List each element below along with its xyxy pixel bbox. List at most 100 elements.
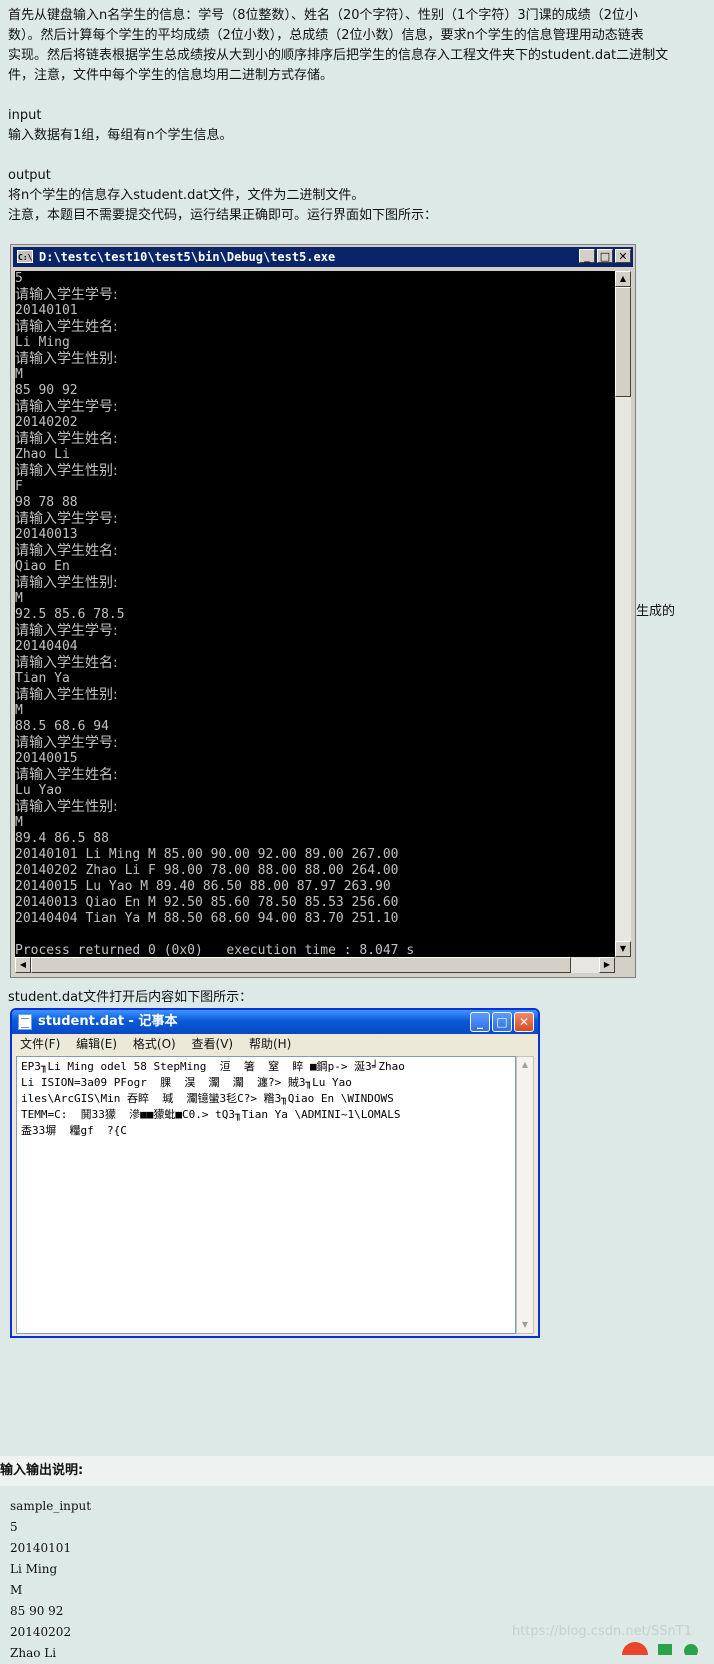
output-line: 注意，本题目不需要提交代码，运行结果正确即可。运行界面如下图所示： (8, 208, 438, 223)
sample-line: 20140101 (10, 1541, 72, 1555)
console-line: 20140202 Zhao Li F 98.00 78.00 88.00 88.… (15, 863, 399, 878)
console-line: 请输入学生姓名: (15, 767, 118, 783)
notepad-menubar: 文件(F) 编辑(E) 格式(O) 查看(V) 帮助(H) (12, 1034, 538, 1054)
maximize-icon[interactable]: □ (492, 1012, 512, 1032)
sample-line: 5 (10, 1520, 18, 1534)
console-line: 89.4 86.5 88 (15, 831, 109, 846)
console-line: 请输入学生姓名: (15, 431, 118, 447)
scroll-down-icon[interactable]: ▼ (615, 941, 631, 957)
scroll-down-icon[interactable]: ▼ (517, 1317, 533, 1333)
scroll-thumb[interactable] (615, 287, 631, 397)
console-line: 请输入学生性别: (15, 575, 118, 591)
console-line: 20140015 Lu Yao M 89.40 86.50 88.00 87.9… (15, 879, 391, 894)
console-line: 请输入学生学号: (15, 287, 118, 303)
console-line: Process returned 0 (0x0) execution time … (15, 943, 415, 957)
resize-grip-icon[interactable] (615, 957, 631, 973)
console-line: 请输入学生学号: (15, 623, 118, 639)
minimize-icon[interactable]: _ (470, 1012, 490, 1032)
watermark: https://blog.csdn.net/SSnT1 (512, 1624, 693, 1639)
notepad-window-controls: _ □ ✕ (468, 1012, 534, 1036)
console-line: 请输入学生性别: (15, 463, 118, 479)
console-line: 请输入学生性别: (15, 687, 118, 703)
console-line: Li Ming (15, 335, 70, 350)
console-line: 98 78 88 (15, 495, 78, 510)
sample-line: 85 90 92 (10, 1604, 64, 1618)
intro-line: 数）。然后计算每个学生的平均成绩（2位小数），总成绩（2位小数）信息，要求n个学… (8, 28, 644, 43)
console-line: 20140013 Qiao En M 92.50 85.60 78.50 85.… (15, 895, 399, 910)
console-line: 88.5 68.6 94 (15, 719, 109, 734)
console-line: 请输入学生姓名: (15, 543, 118, 559)
console-line: F (15, 479, 23, 494)
console-line: 92.5 85.6 78.5 (15, 607, 125, 622)
console-window-controls: _ □ ✕ (577, 249, 631, 269)
notepad-title-bar[interactable]: student.dat - 记事本 _ □ ✕ (12, 1010, 538, 1034)
side-note: 生成的 (636, 604, 676, 619)
console-line: 请输入学生性别: (15, 799, 118, 815)
notepad-window[interactable]: student.dat - 记事本 _ □ ✕ 文件(F) 编辑(E) 格式(O) … (10, 1008, 540, 1338)
console-title-bar[interactable]: C:\ D:\testc\test10\test5\bin\Debug\test… (13, 247, 633, 267)
console-line: M (15, 591, 23, 606)
console-line: 20140101 Li Ming M 85.00 90.00 92.00 89.… (15, 847, 399, 862)
text-line: EP3╖Li Ming odel 58 StepMing 洹 箸 窒 睟 ■鋼p… (21, 1060, 405, 1073)
scroll-up-icon[interactable]: ▲ (517, 1057, 533, 1073)
sample-line: M (10, 1583, 23, 1597)
console-line: M (15, 815, 23, 830)
text-line: 盉33塀 糧gf ?{C (21, 1124, 127, 1137)
console-line: 请输入学生姓名: (15, 319, 118, 335)
sample-line: Zhao Li (10, 1646, 57, 1660)
output-line: 将n个学生的信息存入student.dat文件，文件为二进制文件。 (8, 188, 365, 203)
sample-input-block: sample_input 5 20140101 Li Ming M 85 90 92 201… (10, 1496, 91, 1664)
io-section-heading: 输入输出说明: (0, 1456, 714, 1486)
scroll-left-icon[interactable]: ◀ (15, 957, 31, 973)
console-output[interactable]: 5 请输入学生学号: 20140101 请输入学生姓名: Li Ming 请输入学生性别:… (15, 271, 615, 957)
text-line: TEMM=C: 鬨33獴 滲■■獴蚍■C0.> tQ3╖Tian Ya \ADM… (21, 1108, 401, 1121)
corner-logo-icon (622, 1640, 714, 1655)
console-line: M (15, 703, 23, 718)
console-line: 5 (15, 271, 23, 286)
console-window[interactable]: C:\ D:\testc\test10\test5\bin\Debug\test… (10, 244, 636, 978)
console-line: M (15, 367, 23, 382)
io-heading-text: 输入输出说明: (0, 1463, 84, 1478)
console-line: Qiao En (15, 559, 70, 574)
console-horizontal-scrollbar[interactable]: ◀ ▶ (15, 957, 615, 973)
intro-line: 件，注意，文件中每个学生的信息均用二进制方式存储。 (8, 68, 334, 83)
console-line: 请输入学生姓名: (15, 655, 118, 671)
scroll-right-icon[interactable]: ▶ (599, 957, 615, 973)
maximize-icon[interactable]: □ (597, 249, 613, 263)
console-line: 请输入学生学号: (15, 399, 118, 415)
menu-help[interactable]: 帮助(H) (249, 1037, 291, 1051)
menu-format[interactable]: 格式(O) (133, 1037, 176, 1051)
menu-edit[interactable]: 编辑(E) (76, 1037, 117, 1051)
notepad-title: student.dat - 记事本 (38, 1014, 178, 1029)
console-line: 20140202 (15, 415, 78, 430)
problem-description: 首先从键盘输入n名学生的信息：学号（8位整数）、姓名（20个字符）、性别（1个字… (8, 6, 708, 226)
menu-file[interactable]: 文件(F) (20, 1037, 60, 1051)
console-line: 20140404 (15, 639, 78, 654)
scroll-up-icon[interactable]: ▲ (615, 271, 631, 287)
console-line: Zhao Li (15, 447, 70, 462)
close-icon[interactable]: ✕ (615, 249, 631, 263)
intro-line: 首先从键盘输入n名学生的信息：学号（8位整数）、姓名（20个字符）、性别（1个字… (8, 8, 638, 23)
output-heading: output (8, 168, 51, 183)
console-vertical-scrollbar[interactable]: ▲ ▼ (615, 271, 631, 957)
text-line: iles\ArcGIS\Min 吞睟 瑊 灛镱蠻3毝C?> 糌3╖Qiao En… (21, 1092, 394, 1105)
minimize-icon[interactable]: _ (579, 249, 595, 263)
input-text: 输入数据有1组，每组有n个学生信息。 (8, 128, 233, 143)
notepad-vertical-scrollbar[interactable]: ▲ ▼ (516, 1056, 534, 1334)
intro-line: 实现。然后将链表根据学生总成绩按从大到小的顺序排序后把学生的信息存入工程文件夹下… (8, 48, 669, 63)
console-line: 85 90 92 (15, 383, 78, 398)
console-icon: C:\ (17, 250, 33, 263)
console-title: D:\testc\test10\test5\bin\Debug\test5.ex… (39, 250, 336, 264)
close-icon[interactable]: ✕ (514, 1012, 534, 1032)
notepad-caption: student.dat文件打开后内容如下图所示： (8, 990, 253, 1005)
scroll-thumb[interactable] (31, 957, 571, 973)
console-line: 20140101 (15, 303, 78, 318)
notepad-icon (18, 1014, 32, 1030)
notepad-text-area[interactable]: EP3╖Li Ming odel 58 StepMing 洹 箸 窒 睟 ■鋼p… (16, 1056, 516, 1334)
menu-view[interactable]: 查看(V) (192, 1037, 234, 1051)
console-line: 请输入学生学号: (15, 735, 118, 751)
console-line: 20140015 (15, 751, 78, 766)
text-line: Li ISION=3a09 PFogr 腂 淏 灛 灛 瀍?> 賊3╖Lu Ya… (21, 1076, 352, 1089)
input-heading: input (8, 108, 42, 123)
sample-line: Li Ming (10, 1562, 58, 1576)
